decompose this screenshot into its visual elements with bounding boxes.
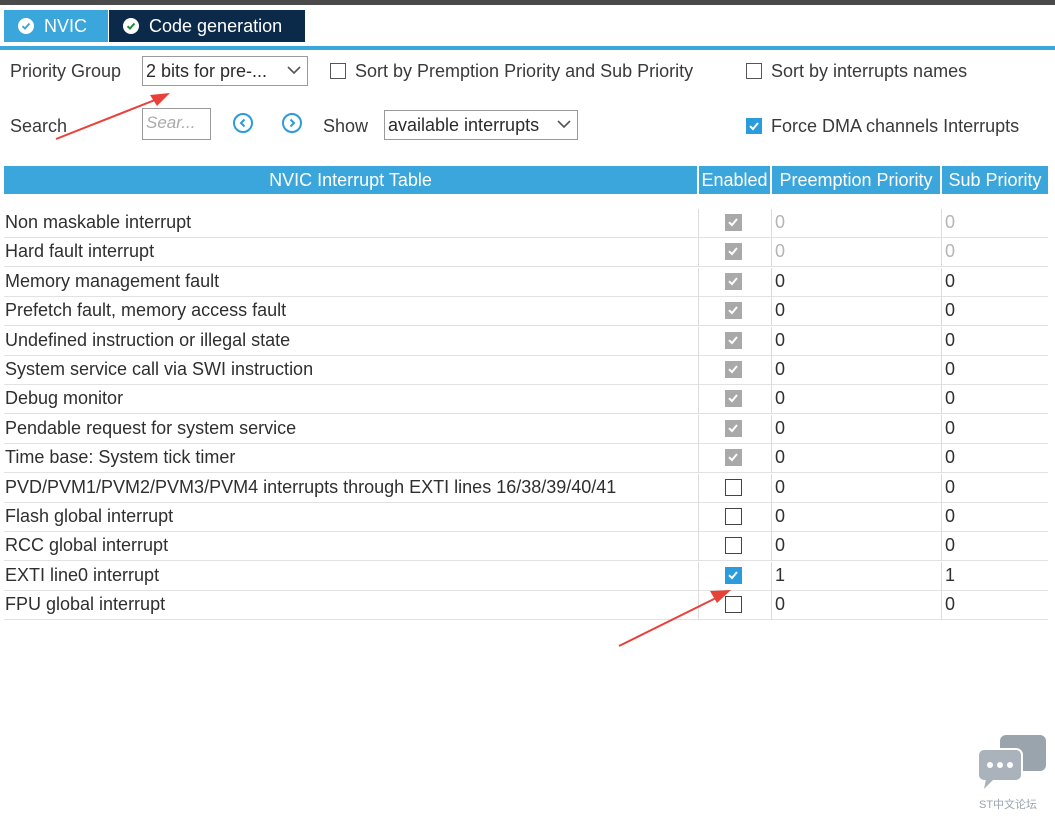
watermark-text: ST中文论坛 [979,799,1038,811]
annotation-arrows [55,93,731,647]
red-arrow-icon [55,93,170,140]
chat-bubbles-icon [977,735,1046,789]
red-arrow-icon [618,590,731,647]
